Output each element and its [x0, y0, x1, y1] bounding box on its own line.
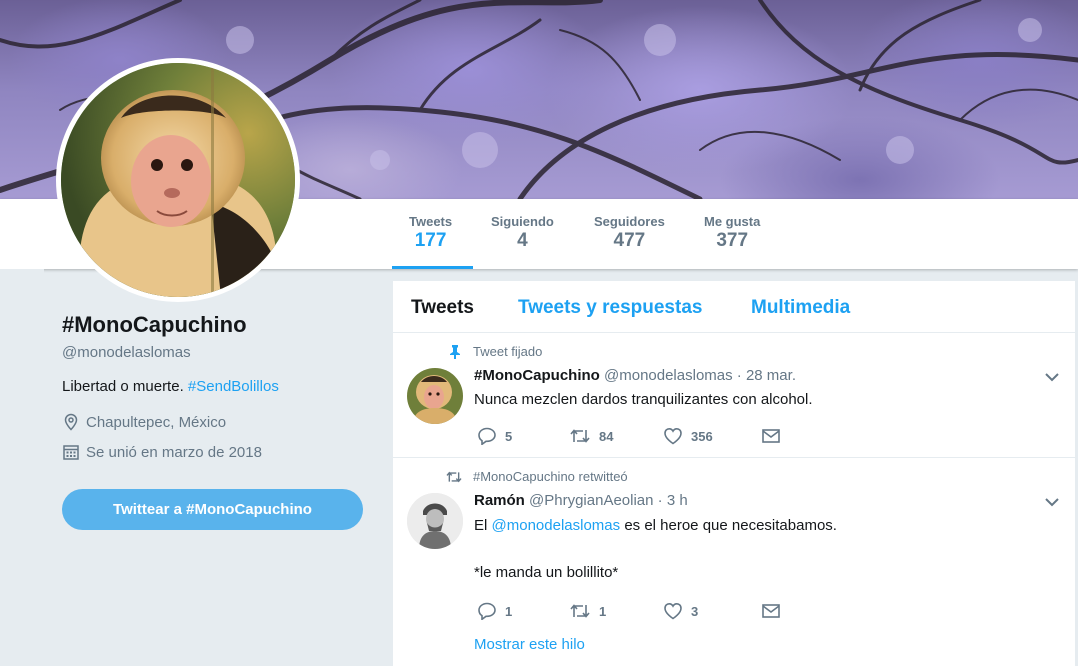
tweet-text: Nunca mezclen dardos tranquilizantes con… — [474, 391, 813, 408]
chevron-down-icon[interactable] — [1043, 493, 1061, 511]
tweet-actions: 5 84 356 — [477, 427, 781, 445]
timeline: Tweets Tweets y respuestas Multimedia Tw… — [393, 281, 1075, 666]
retweet-count: 84 — [599, 428, 614, 444]
tweet-text: El @monodelaslomas es el heroe que neces… — [474, 517, 837, 534]
stat-followers-label: Seguidores — [594, 214, 665, 229]
calendar-icon — [63, 445, 79, 460]
joined-text: Se unió en marzo de 2018 — [86, 443, 262, 461]
retweet-context-icon — [446, 471, 462, 483]
heart-icon — [664, 602, 682, 620]
tab-tweets-and-replies[interactable]: Tweets y respuestas — [518, 297, 702, 319]
profile-joined: Se unió en marzo de 2018 — [62, 443, 372, 461]
stat-tweets-value: 177 — [414, 230, 447, 251]
tweet-text-start: El — [474, 517, 488, 534]
direct-message-button[interactable] — [761, 602, 781, 620]
like-count: 3 — [691, 603, 699, 619]
reply-button[interactable]: 1 — [477, 602, 569, 620]
tab-tweets[interactable]: Tweets — [411, 297, 474, 319]
mention-link[interactable]: @monodelaslomas — [492, 517, 621, 534]
profile-avatar[interactable] — [56, 58, 300, 302]
reply-count: 5 — [505, 428, 513, 444]
retweet-icon — [570, 604, 590, 618]
tweet-header: #MonoCapuchino @monodelaslomas · 28 mar. — [474, 367, 796, 384]
stat-likes-label: Me gusta — [704, 214, 761, 229]
tab-media[interactable]: Multimedia — [751, 297, 850, 319]
profile-card: #MonoCapuchino @monodelaslomas Libertad … — [62, 312, 372, 461]
stat-followers-value: 477 — [613, 230, 646, 251]
reply-button[interactable]: 5 — [477, 427, 569, 445]
bio-hashtag-link[interactable]: #SendBolillos — [188, 378, 279, 395]
tweet-to-button[interactable]: Twittear a #MonoCapuchino — [62, 489, 363, 530]
retweet-button[interactable]: 84 — [569, 427, 663, 445]
timeline-tabs: Tweets Tweets y respuestas Multimedia — [393, 281, 1075, 333]
bio-text: Libertad o muerte. — [62, 378, 184, 395]
show-thread-link[interactable]: Mostrar este hilo — [474, 636, 585, 653]
reply-icon — [478, 427, 496, 445]
location-text: Chapultepec, México — [86, 413, 227, 431]
tweet-timestamp[interactable]: · 28 mar. — [737, 367, 796, 384]
ramon-avatar-image — [407, 493, 463, 549]
active-stat-indicator — [392, 266, 473, 269]
reply-count: 1 — [505, 603, 513, 619]
tweet-author-handle[interactable]: @monodelaslomas — [604, 367, 733, 384]
left-gutter — [0, 269, 44, 666]
profile-bio: Libertad o muerte. #SendBolillos — [62, 378, 372, 395]
tweet-context: #MonoCapuchino retwitteó — [473, 469, 628, 484]
tweet-header: Ramón @PhrygianAeolian · 3 h — [474, 492, 688, 509]
tweet-author-name[interactable]: #MonoCapuchino — [474, 367, 600, 384]
profile-location: Chapultepec, México — [62, 413, 372, 431]
envelope-icon — [762, 604, 780, 618]
like-count: 356 — [691, 428, 713, 444]
like-button[interactable]: 3 — [663, 602, 761, 620]
tweet-item[interactable]: Tweet fijado #MonoCapuchino @monodelaslo… — [393, 334, 1075, 458]
location-pin-icon — [64, 413, 78, 431]
tweet-timestamp[interactable]: · 3 h — [658, 492, 688, 509]
stat-followers[interactable]: Seguidores 477 — [594, 214, 665, 252]
tweet-author-name[interactable]: Ramón — [474, 492, 525, 509]
like-button[interactable]: 356 — [663, 427, 761, 445]
retweet-count: 1 — [599, 603, 607, 619]
stat-likes-value: 377 — [716, 230, 749, 251]
tweet-author-handle[interactable]: @PhrygianAeolian — [529, 492, 653, 509]
tweet-context: Tweet fijado — [473, 344, 543, 359]
heart-icon — [664, 427, 682, 445]
direct-message-button[interactable] — [761, 427, 781, 445]
reply-icon — [478, 602, 496, 620]
capuchin-avatar-image — [407, 368, 463, 424]
tweet-text-end: es el heroe que necesitabamos. — [624, 517, 837, 534]
tweet-author-avatar[interactable] — [407, 368, 463, 424]
tweet-item[interactable]: #MonoCapuchino retwitteó Ramón @Phrygian… — [393, 459, 1075, 666]
envelope-icon — [762, 429, 780, 443]
retweet-icon — [570, 429, 590, 443]
stat-likes[interactable]: Me gusta 377 — [704, 214, 760, 252]
stat-following-value: 4 — [517, 230, 528, 251]
stat-tweets[interactable]: Tweets 177 — [409, 214, 452, 252]
retweet-button[interactable]: 1 — [569, 602, 663, 620]
profile-name[interactable]: #MonoCapuchino — [62, 312, 372, 338]
capuchin-monkey-image — [61, 63, 295, 297]
tweet-author-avatar[interactable] — [407, 493, 463, 549]
profile-handle[interactable]: @monodelaslomas — [62, 344, 372, 361]
pin-icon — [450, 345, 460, 359]
stat-following-label: Siguiendo — [491, 214, 554, 229]
tweet-text-line2: *le manda un bolillito* — [474, 564, 619, 581]
chevron-down-icon[interactable] — [1043, 368, 1061, 386]
stat-following[interactable]: Siguiendo 4 — [491, 214, 554, 252]
tweet-actions: 1 1 3 — [477, 602, 781, 620]
stat-tweets-label: Tweets — [409, 214, 453, 229]
